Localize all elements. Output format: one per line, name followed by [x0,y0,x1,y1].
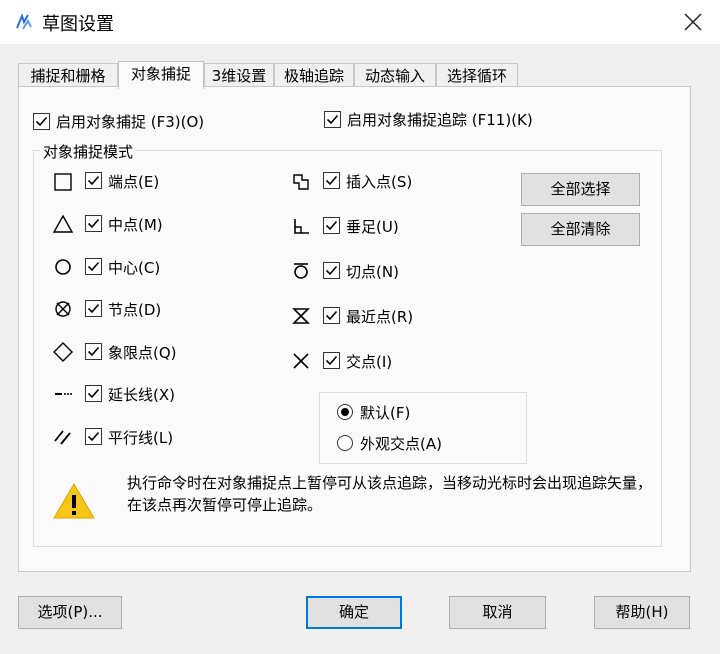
tab-object-snap[interactable]: 对象捕捉 [118,61,204,89]
osnap-on-label: 启用对象捕捉 (F3)(O) [56,113,205,131]
tab-3d-settings[interactable]: 3维设置 [204,63,274,87]
midpoint-checkbox[interactable] [85,215,102,232]
intersection-x-icon [293,353,309,369]
ok-button[interactable]: 确定 [306,596,402,629]
osnap-tracking-checkbox[interactable] [324,111,341,128]
perpendicular-icon [294,219,309,234]
parallel-label: 平行线(L) [108,429,174,447]
tab-dynamic-input[interactable]: 动态输入 [354,63,436,87]
select-all-button[interactable]: 全部选择 [521,173,640,206]
tab-polar-tracking[interactable]: 极轴追踪 [274,63,354,87]
intersection-checkbox[interactable] [323,352,340,369]
tangent-label: 切点(N) [346,263,399,281]
default-radio[interactable] [337,404,353,420]
insertion-label: 插入点(S) [346,173,413,191]
tab-snap-grid[interactable]: 捕捉和栅格 [18,63,118,87]
node-label: 节点(D) [108,301,162,319]
apparent-intersection-radio[interactable] [337,435,353,451]
endpoint-label: 端点(E) [108,173,160,191]
midpoint-label: 中点(M) [108,216,163,234]
cancel-button[interactable]: 取消 [449,596,546,629]
window-title: 草图设置 [42,14,114,35]
center-circle-icon [55,259,71,275]
nearest-checkbox[interactable] [323,307,340,324]
quadrant-label: 象限点(Q) [108,344,177,362]
extension-dashes-icon [55,393,72,395]
perpendicular-label: 垂足(U) [346,218,399,236]
tangent-checkbox[interactable] [323,262,340,279]
title-bar: 草图设置 [0,0,720,44]
extension-checkbox[interactable] [85,385,102,402]
default-radio-label: 默认(F) [360,404,411,422]
nearest-hourglass-icon [292,308,310,324]
quadrant-checkbox[interactable] [85,343,102,360]
endpoint-checkbox[interactable] [85,172,102,189]
insertion-icon [293,174,309,190]
insertion-checkbox[interactable] [323,172,340,189]
quadrant-diamond-icon [53,342,73,362]
endpoint-square-icon [54,173,72,191]
help-button[interactable]: 帮助(H) [594,596,690,629]
app-icon [16,13,32,30]
tangent-icon [294,263,308,279]
options-button[interactable]: 选项(P)... [18,596,122,629]
apparent-intersection-label: 外观交点(A) [360,435,442,453]
tracking-info-text: 执行命令时在对象捕捉点上暂停可从该点追踪，当移动光标时会出现追踪矢量，在该点再次… [127,474,653,514]
snap-modes-title: 对象捕捉模式 [40,141,137,162]
tab-selection-cycling[interactable]: 选择循环 [436,63,518,87]
osnap-tracking-label: 启用对象捕捉追踪 (F11)(K) [347,111,533,129]
warning-icon [53,483,95,519]
node-crossed-circle-icon [55,301,71,317]
close-icon[interactable] [680,9,706,35]
intersection-label: 交点(I) [346,353,393,371]
extension-label: 延长线(X) [108,386,175,404]
center-checkbox[interactable] [85,258,102,275]
center-label: 中心(C) [108,259,161,277]
perpendicular-checkbox[interactable] [323,217,340,234]
parallel-checkbox[interactable] [85,428,102,445]
node-checkbox[interactable] [85,300,102,317]
clear-all-button[interactable]: 全部清除 [521,213,640,246]
osnap-on-checkbox[interactable] [33,113,50,130]
midpoint-triangle-icon [53,214,73,233]
nearest-label: 最近点(R) [346,308,414,326]
parallel-lines-icon [54,430,71,445]
